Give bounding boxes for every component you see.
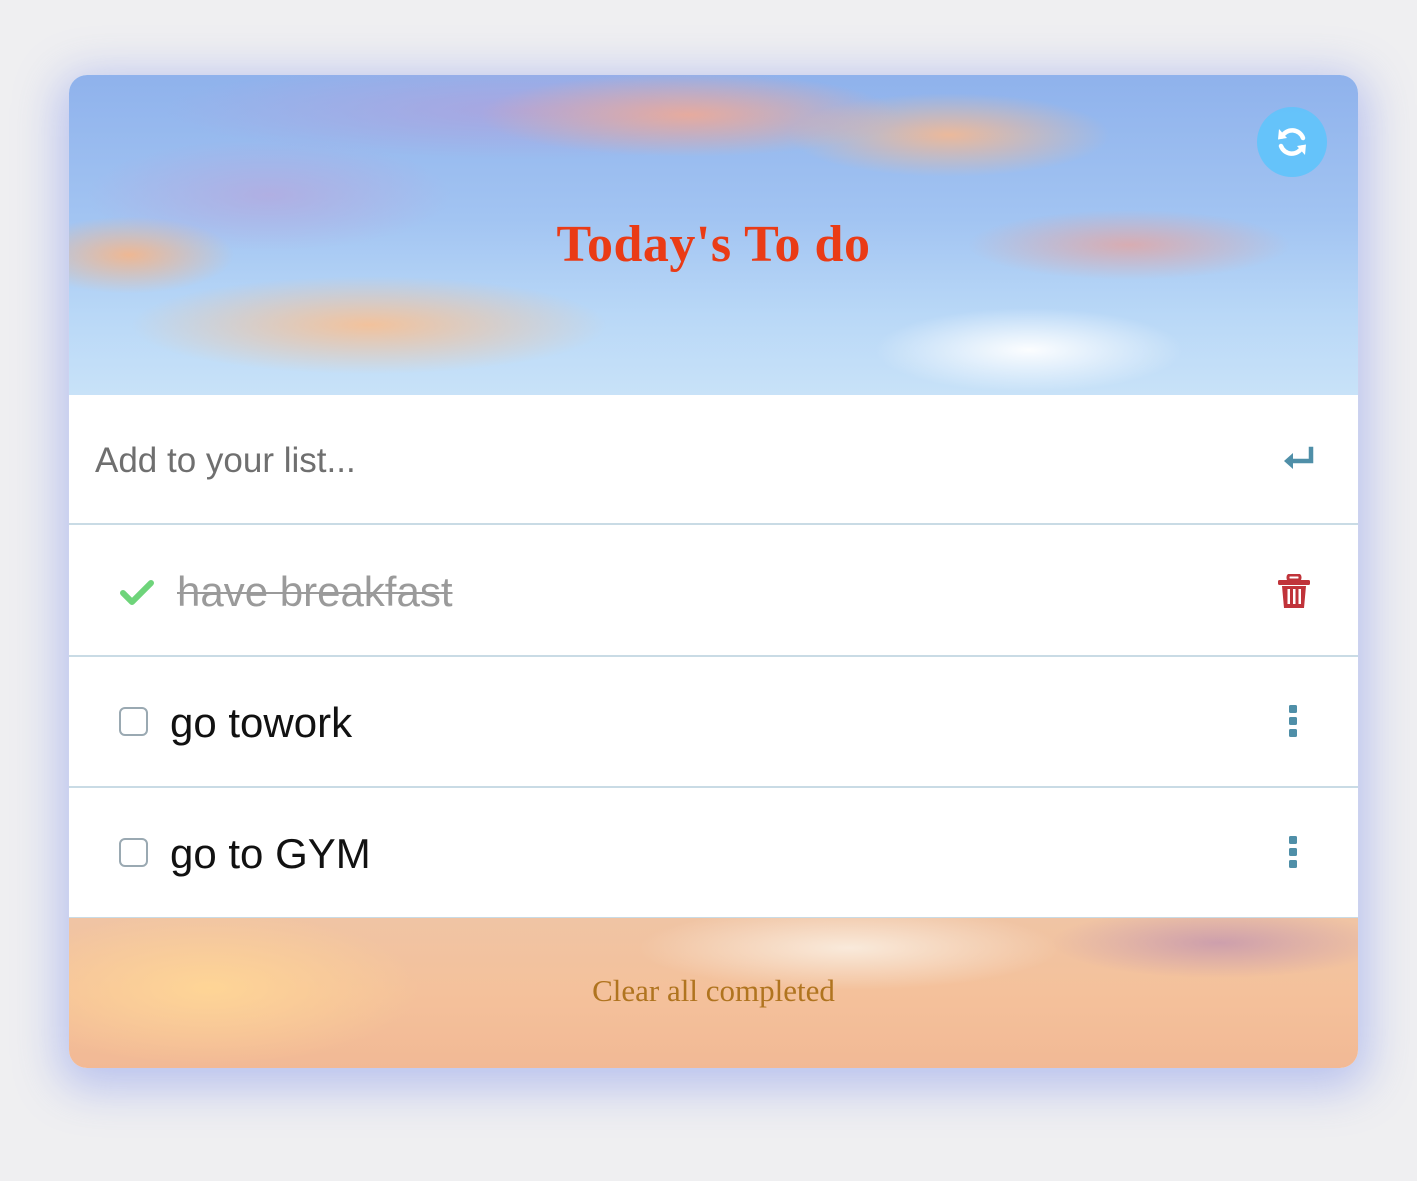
header-banner: Today's To do <box>69 75 1358 395</box>
page-title: Today's To do <box>556 216 871 273</box>
add-item-row <box>69 395 1358 525</box>
trash-icon[interactable] <box>1277 574 1311 610</box>
more-vertical-icon[interactable] <box>1281 701 1305 741</box>
add-item-button[interactable] <box>1277 437 1321 481</box>
todo-item-text: go to GYM <box>170 830 371 877</box>
refresh-icon <box>1278 128 1306 156</box>
clear-completed-button[interactable]: Clear all completed <box>69 973 1358 1009</box>
todo-item-text: go towork <box>170 699 353 746</box>
todo-checkbox[interactable] <box>119 838 148 867</box>
add-item-input[interactable] <box>95 435 1245 487</box>
todo-item: go to GYM <box>69 788 1358 919</box>
todo-card: Today's To do have breakfast <box>69 75 1358 1068</box>
todo-item-completed: have breakfast <box>69 526 1358 657</box>
todo-checkbox[interactable] <box>119 707 148 736</box>
todo-item: go towork <box>69 657 1358 788</box>
enter-icon <box>1284 446 1314 469</box>
checkmark-icon[interactable] <box>119 574 155 610</box>
refresh-button[interactable] <box>1257 107 1327 177</box>
footer-banner: Clear all completed <box>69 918 1358 1068</box>
more-vertical-icon[interactable] <box>1281 832 1305 872</box>
todo-item-text: have breakfast <box>177 568 453 615</box>
